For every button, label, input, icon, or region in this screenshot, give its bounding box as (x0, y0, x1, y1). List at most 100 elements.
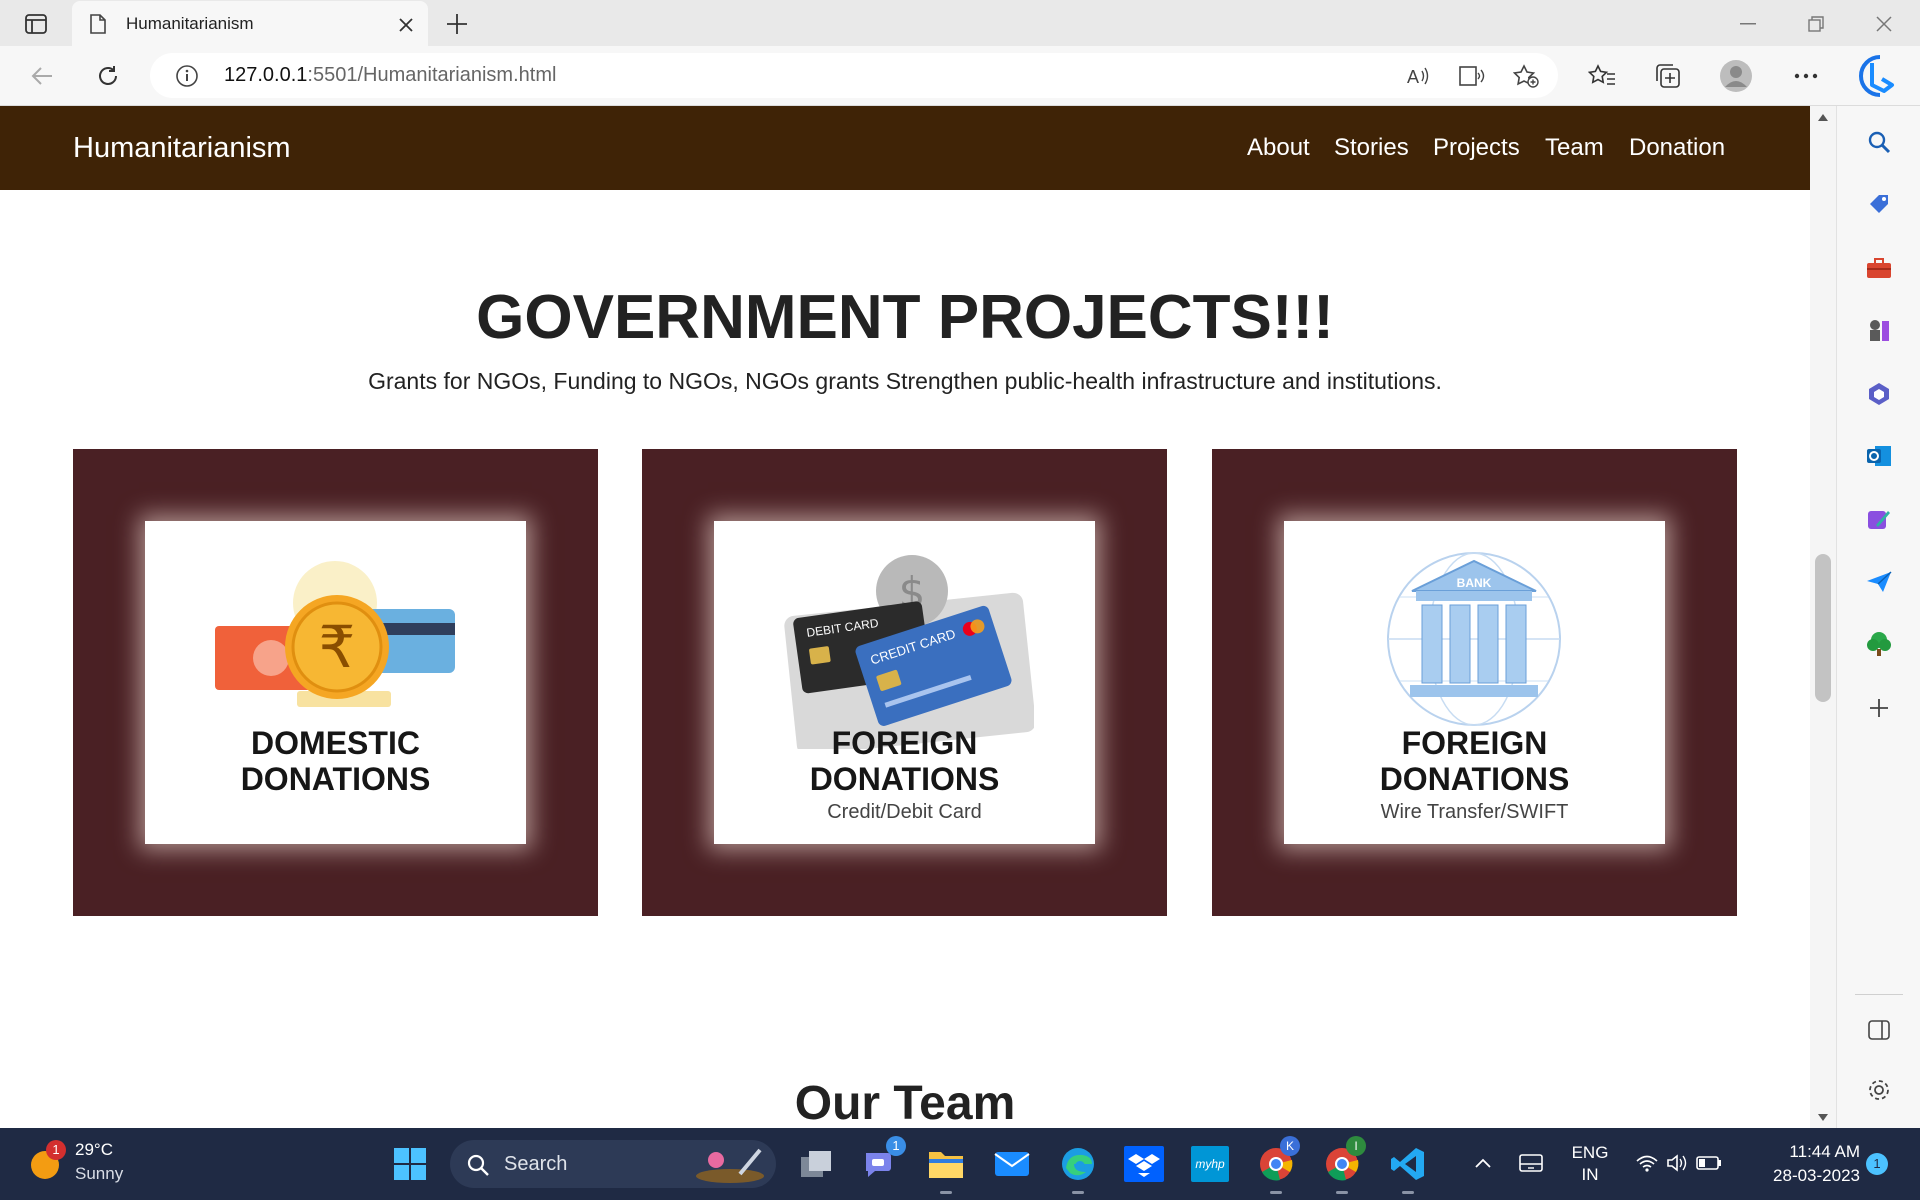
rupee-coin-icon: ₹ (215, 561, 455, 707)
weather-temp: 29°C (75, 1140, 113, 1159)
page-viewport: Humanitarianism About Stories Projects T… (0, 106, 1810, 1128)
projects-heading: GOVERNMENT PROJECTS!!! (476, 283, 1334, 352)
restore-icon[interactable] (1800, 10, 1832, 38)
mail-icon (994, 1152, 1030, 1176)
tools-icon[interactable] (1863, 252, 1895, 284)
immersive-reader-icon[interactable] (1458, 63, 1486, 89)
myhp-icon: myhp (1191, 1146, 1229, 1182)
tab-actions-icon[interactable] (20, 10, 52, 38)
send-icon[interactable] (1863, 566, 1895, 598)
scroll-down-icon[interactable] (1816, 1110, 1830, 1124)
dropbox-icon (1124, 1146, 1164, 1182)
url-host: 127.0.0.1 (224, 64, 308, 86)
microsoft-365-icon[interactable] (1863, 378, 1895, 410)
domestic-donations-card[interactable]: ₹ DOMESTIC DONATIONS (73, 449, 598, 916)
profile-avatar[interactable] (1718, 58, 1754, 94)
edge-icon (1062, 1148, 1094, 1180)
start-button[interactable] (388, 1142, 432, 1186)
collections-icon[interactable] (1650, 60, 1686, 92)
url-bar[interactable]: 127.0.0.1:5501/Humanitarianism.html A (150, 53, 1558, 98)
site-info-icon[interactable] (174, 63, 200, 89)
file-explorer-button[interactable] (924, 1142, 968, 1194)
language-indicator[interactable]: ENG IN (1564, 1142, 1616, 1186)
active-tab[interactable]: Humanitarianism (72, 1, 428, 46)
favorites-icon[interactable] (1584, 60, 1620, 92)
more-menu-icon[interactable] (1788, 60, 1824, 92)
page-scrollbar[interactable] (1810, 106, 1836, 1128)
weather-badge: 1 (46, 1140, 66, 1160)
chrome-profile-k-button[interactable]: K (1254, 1136, 1300, 1194)
nav-team[interactable]: Team (1545, 134, 1604, 162)
dropbox-button[interactable] (1122, 1142, 1166, 1186)
new-tab-icon[interactable] (442, 10, 472, 38)
team-heading: Our Team (794, 1077, 1016, 1128)
search-label: Search (504, 1153, 568, 1175)
clock-date: 28-03-2023 (1773, 1166, 1860, 1185)
wifi-icon[interactable] (1634, 1150, 1660, 1176)
region-code: IN (1581, 1165, 1599, 1184)
add-favorite-icon[interactable] (1512, 63, 1540, 89)
scroll-thumb[interactable] (1815, 554, 1831, 702)
bing-copilot-icon[interactable] (1856, 52, 1904, 100)
shopping-tag-icon[interactable] (1863, 188, 1895, 220)
nav-donation[interactable]: Donation (1629, 134, 1725, 162)
site-brand[interactable]: Humanitarianism (73, 132, 291, 165)
card-title-line2: DONATIONS (240, 761, 431, 797)
read-aloud-icon[interactable]: A (1404, 63, 1432, 89)
sidebar-divider (1855, 994, 1903, 995)
add-sidebar-app-icon[interactable] (1863, 692, 1895, 724)
weather-widget[interactable]: 1 29°C Sunny (28, 1140, 138, 1188)
card-image: BANK FOREIGN DONATIONS Wire Transfer/SWI… (1284, 521, 1665, 844)
volume-icon[interactable] (1664, 1150, 1690, 1176)
hide-sidebar-icon[interactable] (1863, 1014, 1895, 1046)
nav-about[interactable]: About (1247, 134, 1310, 162)
minimize-icon[interactable] (1732, 10, 1764, 38)
vscode-button[interactable] (1386, 1142, 1430, 1194)
card-subtitle: Wire Transfer/SWIFT (1380, 801, 1569, 823)
search-icon[interactable] (1863, 126, 1895, 158)
designer-icon[interactable] (1863, 504, 1895, 536)
language-code: ENG (1571, 1143, 1609, 1162)
clock-time: 11:44 AM (1789, 1142, 1860, 1161)
url-path: :5501/Humanitarianism.html (307, 64, 557, 86)
teams-chat-button[interactable]: 1 (858, 1136, 906, 1186)
foreign-card-donations-card[interactable]: $ DEBIT CARD CREDIT CARD FOREIGN DONATIO… (642, 449, 1167, 916)
task-view-icon (801, 1151, 831, 1177)
page-icon (88, 13, 108, 35)
myhp-button[interactable]: myhp (1188, 1142, 1232, 1186)
taskbar-search[interactable]: Search (450, 1140, 776, 1188)
tray-overflow-icon[interactable] (1470, 1150, 1496, 1176)
touch-keyboard-icon[interactable] (1516, 1148, 1546, 1178)
running-indicator (1270, 1191, 1282, 1194)
tree-icon[interactable] (1863, 628, 1895, 660)
back-icon[interactable] (24, 60, 60, 92)
vscode-icon (1391, 1148, 1424, 1180)
scroll-up-icon[interactable] (1816, 110, 1830, 124)
running-indicator (1072, 1191, 1084, 1194)
weather-desc: Sunny (75, 1164, 124, 1183)
foreign-wire-donations-card[interactable]: BANK FOREIGN DONATIONS Wire Transfer/SWI… (1212, 449, 1737, 916)
edge-sidebar (1836, 106, 1920, 1128)
search-icon (467, 1154, 489, 1176)
edge-button[interactable] (1056, 1142, 1100, 1194)
close-window-icon[interactable] (1868, 10, 1900, 38)
running-indicator (940, 1191, 952, 1194)
refresh-icon[interactable] (90, 60, 126, 92)
task-view-button[interactable] (794, 1142, 838, 1186)
close-tab-icon[interactable] (394, 13, 418, 37)
settings-gear-icon[interactable] (1863, 1074, 1895, 1106)
notification-badge[interactable]: 1 (1866, 1153, 1888, 1175)
mail-button[interactable] (990, 1142, 1034, 1186)
windows-logo-icon (394, 1148, 426, 1180)
nav-stories[interactable]: Stories (1334, 134, 1409, 162)
outlook-icon[interactable] (1863, 440, 1895, 472)
games-icon[interactable] (1863, 314, 1895, 346)
nav-projects[interactable]: Projects (1433, 134, 1520, 162)
card-title-line1: FOREIGN (831, 725, 978, 761)
tab-title: Humanitarianism (126, 14, 254, 33)
card-title-line2: DONATIONS (1379, 761, 1570, 797)
battery-icon[interactable] (1694, 1150, 1724, 1176)
clock[interactable]: 11:44 AM 28-03-2023 (1740, 1140, 1860, 1188)
chrome-profile-i-button[interactable]: I (1320, 1136, 1366, 1194)
card-subtitle: Credit/Debit Card (827, 801, 982, 823)
